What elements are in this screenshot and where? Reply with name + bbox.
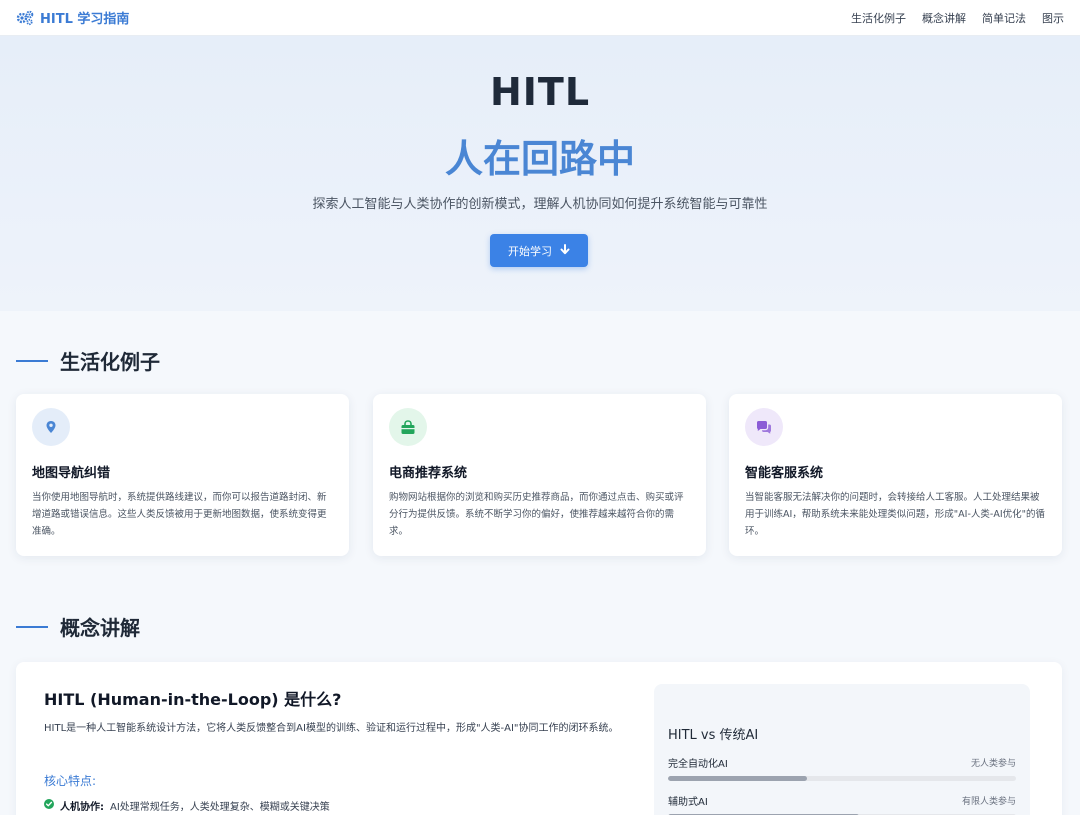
brand-name: HITL 学习指南 bbox=[40, 12, 130, 27]
check-circle-icon bbox=[44, 799, 54, 812]
example-card-customer-service: 智能客服系统 当智能客服无法解决你的问题时，会转接给人工客服。人工处理结果被用于… bbox=[729, 394, 1062, 556]
hero-title: HITL bbox=[489, 70, 591, 114]
gears-icon bbox=[16, 10, 34, 26]
feature-item: 人机协作: AI处理常规任务，人类处理复杂、模糊或关键决策 bbox=[44, 798, 330, 813]
feature-text: AI处理常规任务，人类处理复杂、模糊或关键决策 bbox=[110, 802, 330, 813]
row-note: 无人类参与 bbox=[970, 759, 1016, 769]
card-title: 电商推荐系统 bbox=[389, 466, 468, 481]
nav-link-diagram[interactable]: 图示 bbox=[1042, 10, 1064, 26]
heading-accent-bar bbox=[16, 359, 48, 362]
comparison-row: 完全自动化AI 无人类参与 bbox=[668, 755, 1016, 781]
top-navbar: HITL 学习指南 生活化例子 概念讲解 简单记法 图示 bbox=[0, 0, 1080, 36]
card-text: 当智能客服无法解决你的问题时，会转接给人工客服。人工处理结果被用于训练AI，帮助… bbox=[745, 492, 1045, 537]
card-text: 购物网站根据你的浏览和购买历史推荐商品，而你通过点击、购买或评分行为提供反馈。系… bbox=[389, 492, 684, 537]
comparison-title: HITL vs 传统AI bbox=[668, 728, 759, 743]
features-label: 核心特点: bbox=[44, 774, 97, 788]
concept-description: HITL是一种人工智能系统设计方法，它将人类反馈整合到AI模型的训练、验证和运行… bbox=[44, 723, 619, 734]
hero-description: 探索人工智能与人类协作的创新模式，理解人机协同如何提升系统智能与可靠性 bbox=[312, 197, 768, 212]
progress-track bbox=[668, 776, 1016, 781]
concepts-heading: 概念讲解 bbox=[16, 612, 140, 641]
nav-link-examples[interactable]: 生活化例子 bbox=[851, 10, 906, 26]
row-name: 辅助式AI bbox=[668, 797, 708, 808]
examples-heading: 生活化例子 bbox=[16, 346, 160, 375]
concepts-heading-text: 概念讲解 bbox=[60, 616, 140, 640]
shopping-bag-icon bbox=[389, 408, 427, 446]
card-title: 智能客服系统 bbox=[745, 466, 824, 481]
concept-title: HITL (Human-in-the-Loop) 是什么? bbox=[44, 690, 342, 709]
example-card-ecommerce: 电商推荐系统 购物网站根据你的浏览和购买历史推荐商品，而你通过点击、购买或评分行… bbox=[373, 394, 706, 556]
example-card-map: 地图导航纠错 当你使用地图导航时，系统提供路线建议，而你可以报告道路封闭、新增道… bbox=[16, 394, 349, 556]
nav-link-concepts[interactable]: 概念讲解 bbox=[922, 10, 966, 26]
nav-link-mnemonic[interactable]: 简单记法 bbox=[982, 10, 1026, 26]
card-text: 当你使用地图导航时，系统提供路线建议，而你可以报告道路封闭、新增道路或错误信息。… bbox=[32, 492, 327, 537]
progress-fill bbox=[668, 776, 808, 781]
comparison-box: HITL vs 传统AI 完全自动化AI 无人类参与 辅助式AI 有限人类参与 bbox=[654, 684, 1030, 815]
examples-heading-text: 生活化例子 bbox=[60, 350, 160, 374]
start-learning-label: 开始学习 bbox=[508, 244, 552, 258]
heading-accent-bar bbox=[16, 625, 48, 628]
arrow-down-icon bbox=[560, 243, 570, 258]
brand[interactable]: HITL 学习指南 bbox=[16, 8, 129, 27]
row-name: 完全自动化AI bbox=[668, 759, 728, 770]
card-title: 地图导航纠错 bbox=[32, 466, 111, 481]
start-learning-button[interactable]: 开始学习 bbox=[490, 234, 588, 267]
map-pin-icon bbox=[32, 408, 70, 446]
concept-panel: HITL (Human-in-the-Loop) 是什么? HITL是一种人工智… bbox=[16, 662, 1062, 815]
feature-name: 人机协作: bbox=[60, 802, 104, 813]
nav-links: 生活化例子 概念讲解 简单记法 图示 bbox=[851, 10, 1064, 26]
comparison-row: 辅助式AI 有限人类参与 bbox=[668, 793, 1016, 815]
chat-bubbles-icon bbox=[745, 408, 783, 446]
hero-subtitle: 人在回路中 bbox=[444, 137, 635, 181]
hero-section: HITL 人在回路中 探索人工智能与人类协作的创新模式，理解人机协同如何提升系统… bbox=[0, 36, 1080, 311]
row-note: 有限人类参与 bbox=[961, 797, 1016, 807]
